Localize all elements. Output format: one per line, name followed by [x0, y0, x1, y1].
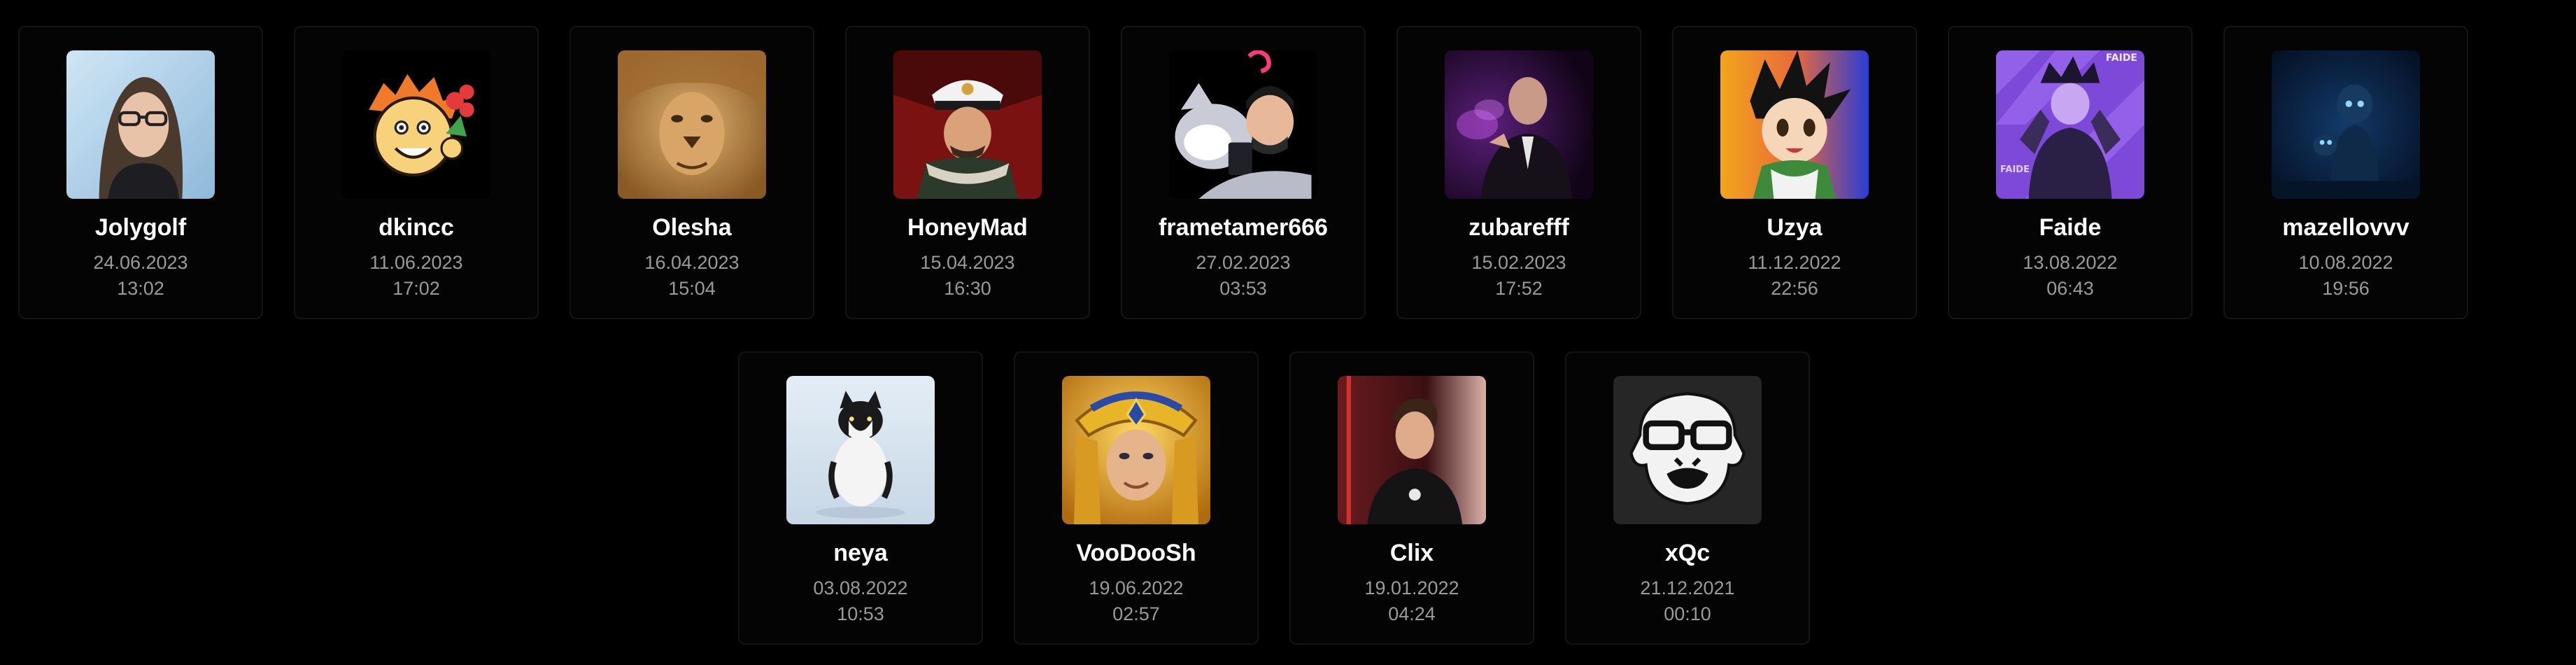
avatar[interactable] — [66, 50, 215, 199]
stream-date: 16.04.2023 — [644, 252, 739, 273]
lion-face-icon — [618, 50, 766, 199]
stream-date: 24.06.2023 — [93, 252, 188, 273]
avatar[interactable] — [786, 376, 935, 524]
stream-time: 19:56 — [2322, 278, 2370, 299]
streamer-name[interactable]: Faide — [2039, 214, 2102, 241]
avatar[interactable] — [618, 50, 766, 199]
stream-time: 16:30 — [944, 278, 991, 299]
stream-date: 13.08.2022 — [2023, 252, 2118, 273]
young-man-profile-icon — [1338, 376, 1486, 524]
stream-time: 02:57 — [1112, 603, 1160, 624]
streamer-name[interactable]: zubarefff — [1469, 214, 1569, 241]
man-purple-smoke-icon — [1445, 50, 1593, 199]
man-glasses-photo-icon — [66, 50, 215, 199]
streamer-name[interactable]: HoneyMad — [907, 214, 1028, 241]
avatar[interactable] — [1169, 50, 1317, 199]
avatar[interactable] — [2272, 50, 2420, 199]
streamer-name[interactable]: dkincc — [378, 214, 454, 241]
streamer-card-clix[interactable]: Clix 19.01.2022 04:24 — [1289, 351, 1534, 645]
streamer-card-uzya[interactable]: Uzya 11.12.2022 22:56 — [1672, 26, 1917, 319]
streamer-card-faide[interactable]: FAIDE FAIDE Faide 13.08.2022 06:43 — [1948, 26, 2193, 319]
streamer-card-olesha[interactable]: Olesha 16.04.2023 15:04 — [569, 26, 814, 319]
streamer-name[interactable]: Olesha — [652, 214, 731, 241]
man-with-husky-icon — [1169, 50, 1317, 199]
streamer-name[interactable]: Jolygolf — [95, 214, 186, 241]
anime-boy-icon — [1720, 50, 1869, 199]
streamers-row-1: Jolygolf 24.06.2023 13:02 dkincc 11.06.2… — [0, 26, 2576, 319]
streamer-card-mazellovvv[interactable]: mazellovvv 10.08.2022 19:56 — [2223, 26, 2468, 319]
gorilla-glasses-logo-icon — [1613, 376, 1762, 524]
stream-date: 27.02.2023 — [1196, 252, 1291, 273]
avatar-overlay-text-bottom: FAIDE — [2000, 164, 2030, 175]
stream-date: 19.01.2022 — [1364, 578, 1459, 598]
stream-time: 15:04 — [668, 278, 716, 299]
stream-date: 11.06.2023 — [369, 252, 463, 273]
streamer-name[interactable]: Clix — [1390, 540, 1434, 567]
streamer-card-frametamer666[interactable]: frametamer666 27.02.2023 03:53 — [1121, 26, 1366, 319]
streamer-card-dkincc[interactable]: dkincc 11.06.2023 17:02 — [294, 26, 539, 319]
purple-gamer-icon — [1996, 50, 2144, 199]
streamer-card-neya[interactable]: neya 03.08.2022 10:53 — [738, 351, 983, 645]
stream-date: 10.08.2022 — [2298, 252, 2393, 273]
cartoon-boy-flowers-icon — [342, 50, 490, 199]
streamer-card-jolygolf[interactable]: Jolygolf 24.06.2023 13:02 — [18, 26, 263, 319]
streamer-name[interactable]: xQc — [1665, 540, 1710, 567]
avatar[interactable]: FAIDE FAIDE — [1996, 50, 2144, 199]
stream-date: 03.08.2022 — [813, 578, 908, 598]
avatar[interactable] — [893, 50, 1042, 199]
avatar[interactable] — [342, 50, 490, 199]
streamer-name[interactable]: frametamer666 — [1159, 214, 1328, 241]
stream-time: 04:24 — [1388, 603, 1436, 624]
streamers-grid: Jolygolf 24.06.2023 13:02 dkincc 11.06.2… — [0, 0, 2576, 665]
streamers-row-2: neya 03.08.2022 10:53 VooDooSh 19.06.202… — [0, 351, 2576, 645]
avatar-overlay-text: FAIDE — [2105, 52, 2137, 64]
streamer-name[interactable]: neya — [833, 540, 888, 567]
stream-time: 10:53 — [837, 603, 884, 624]
dark-blue-figure-icon — [2272, 50, 2420, 199]
streamer-card-xqc[interactable]: xQc 21.12.2021 00:10 — [1565, 351, 1810, 645]
streamer-name[interactable]: mazellovvv — [2282, 214, 2409, 241]
streamer-card-zubarefff[interactable]: zubarefff 15.02.2023 17:52 — [1396, 26, 1641, 319]
streamer-name[interactable]: VooDooSh — [1076, 540, 1196, 567]
streamer-card-honeymad[interactable]: HoneyMad 15.04.2023 16:30 — [845, 26, 1090, 319]
stream-time: 13:02 — [117, 278, 164, 299]
stream-date: 21.12.2021 — [1640, 578, 1735, 598]
stream-time: 00:10 — [1664, 603, 1711, 624]
stream-date: 15.02.2023 — [1471, 252, 1566, 273]
kitten-snow-icon — [786, 376, 935, 524]
stream-time: 03:53 — [1219, 278, 1267, 299]
stream-time: 17:02 — [392, 278, 440, 299]
avatar[interactable] — [1338, 376, 1486, 524]
stream-time: 22:56 — [1771, 278, 1818, 299]
avatar[interactable] — [1062, 376, 1210, 524]
avatar[interactable] — [1445, 50, 1593, 199]
stream-date: 15.04.2023 — [920, 252, 1015, 273]
golden-helmet-man-icon — [1062, 376, 1210, 524]
stream-date: 11.12.2022 — [1748, 252, 1841, 273]
avatar[interactable] — [1613, 376, 1762, 524]
streamer-card-voodoosh[interactable]: VooDooSh 19.06.2022 02:57 — [1014, 351, 1259, 645]
streamer-name[interactable]: Uzya — [1767, 214, 1822, 241]
stream-time: 06:43 — [2046, 278, 2094, 299]
captain-portrait-icon — [893, 50, 1042, 199]
stream-date: 19.06.2022 — [1089, 578, 1184, 598]
avatar[interactable] — [1720, 50, 1869, 199]
stream-time: 17:52 — [1495, 278, 1543, 299]
